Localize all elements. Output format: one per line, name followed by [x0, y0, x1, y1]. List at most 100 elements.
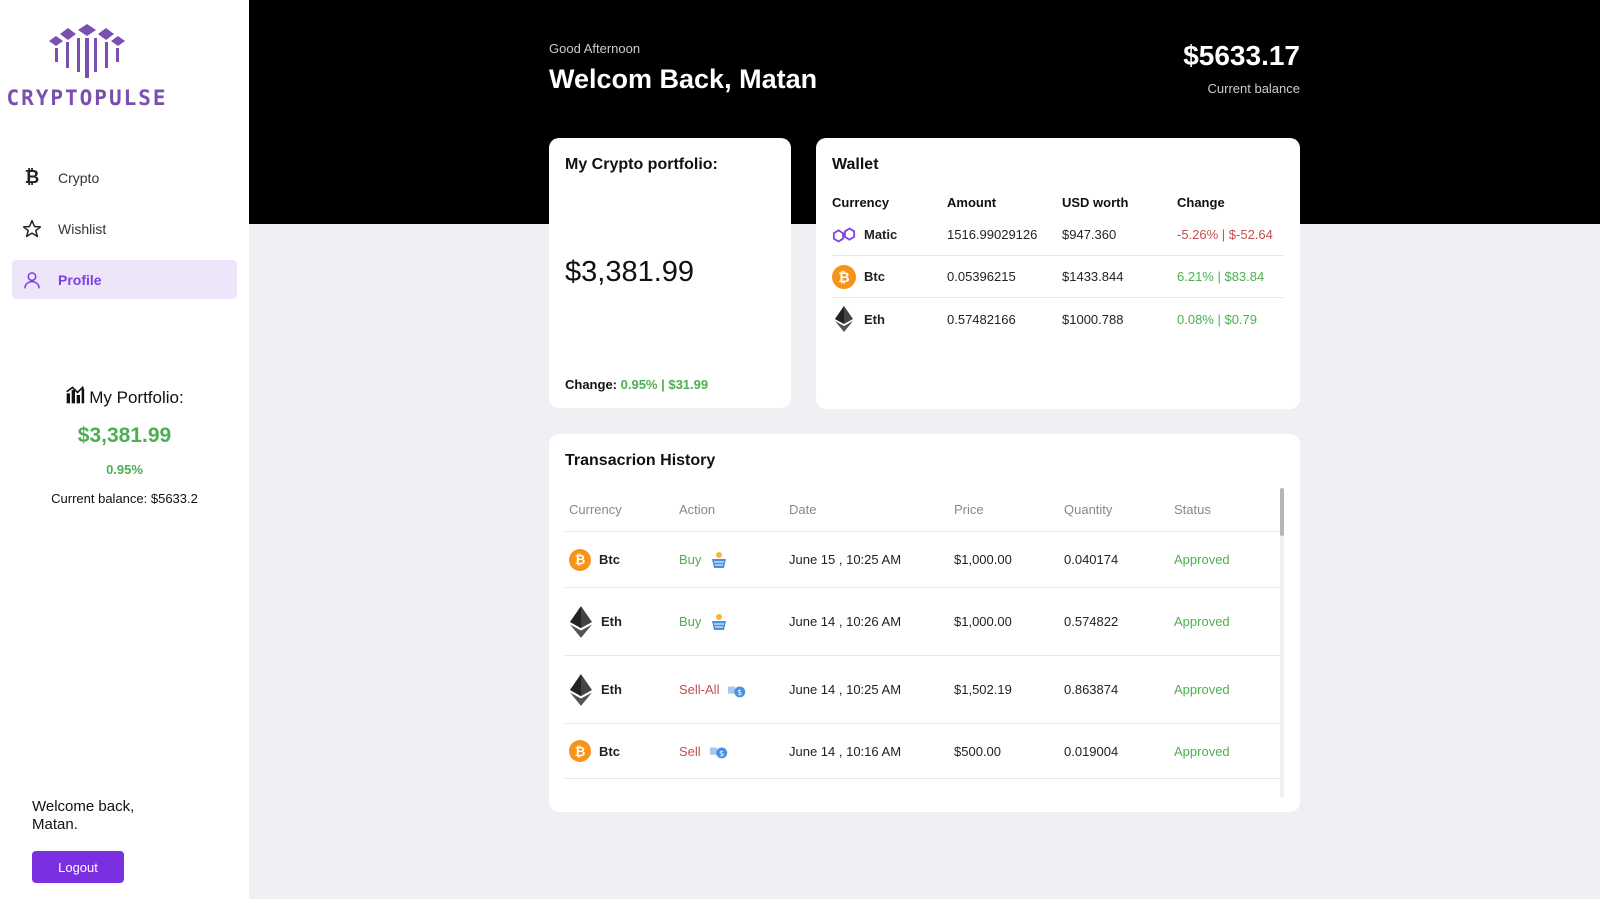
wallet-change: 0.08% | $0.79: [1177, 311, 1257, 327]
tx-date: June 14 , 10:16 AM: [789, 743, 902, 759]
wallet-table: Currency Amount USD worth Change Matic 1…: [832, 190, 1284, 340]
tx-currency: Btc: [599, 552, 620, 567]
bitcoin-icon: ₿: [832, 264, 856, 289]
tx-price: $500.00: [954, 743, 1001, 759]
column-header: Currency: [569, 502, 622, 517]
current-balance-label: Current balance: [1207, 81, 1301, 96]
column-header: Quantity: [1064, 502, 1113, 517]
sidebar-current-balance: Current balance: $5633.2: [51, 491, 198, 506]
column-header: USD worth: [1062, 194, 1129, 210]
tx-price: $1,502.19: [954, 682, 1012, 697]
tx-quantity: 0.863874: [1064, 682, 1119, 697]
logout-button[interactable]: Logout: [32, 851, 124, 883]
tx-price: $1,000.00: [954, 614, 1012, 629]
wallet-usd: $1433.844: [1062, 269, 1124, 284]
ethereum-icon: [569, 605, 593, 638]
wallet-change: -5.26% | $-52.64: [1177, 227, 1273, 242]
tx-date: June 14 , 10:25 AM: [789, 682, 902, 697]
wallet-card: Wallet Currency Amount USD worth Change …: [816, 138, 1300, 409]
matic-icon: [832, 223, 856, 247]
sidebar-portfolio-summary: My Portfolio: $3,381.99 0.95% Current ba…: [0, 385, 249, 506]
sidebar-portfolio-change: 0.95%: [106, 462, 143, 477]
wallet-currency: Matic: [864, 227, 898, 242]
sidebar-portfolio-value: $3,381.99: [77, 424, 172, 447]
bitcoin-icon: ₿: [569, 548, 591, 571]
tx-currency: Eth: [601, 682, 622, 697]
tx-price: $1,000.00: [954, 552, 1012, 567]
wallet-title: Wallet: [832, 156, 879, 173]
table-row[interactable]: ₿ Btc Buy June 15 , 10:25 AM $1,000.00 0…: [565, 532, 1283, 588]
table-row[interactable]: Eth Sell-All $ June 14 , 10:25 AM $1,502…: [565, 656, 1283, 724]
portfolio-card-change: Change: 0.95% | $31.99: [565, 377, 709, 392]
column-header: Currency: [832, 194, 890, 210]
svg-text:$: $: [738, 687, 743, 697]
bitcoin-icon: ₿: [24, 167, 40, 187]
wallet-amount: 0.05396215: [947, 269, 1016, 284]
column-header: Change: [1177, 194, 1225, 210]
tx-date: June 15 , 10:25 AM: [789, 552, 902, 567]
current-balance-value: $5633.17: [1183, 40, 1300, 71]
sidebar-item-wishlist[interactable]: Wishlist: [12, 209, 237, 248]
brand-logo[interactable]: CRYPTOPULSE: [0, 20, 174, 110]
transaction-history-title: Transacrion History: [565, 452, 716, 469]
scrollbar-thumb[interactable]: [1280, 488, 1284, 536]
wallet-row[interactable]: Matic 1516.99029126 $947.360 -5.26% | $-…: [832, 214, 1284, 256]
tx-quantity: 0.019004: [1064, 743, 1119, 759]
column-header: Price: [954, 502, 984, 517]
basket-icon: [709, 612, 729, 632]
column-header: Status: [1174, 502, 1211, 517]
coin-hand-icon: $: [709, 741, 729, 761]
sidebar-footer: Welcome back, Matan. Logout: [32, 798, 152, 883]
wallet-change: 6.21% | $83.84: [1177, 269, 1265, 284]
coin-hand-icon: $: [727, 680, 747, 700]
ethereum-icon: [569, 673, 593, 706]
table-row[interactable]: Eth Buy June 14 , 10:26 AM $1,000.00 0.5…: [565, 588, 1283, 656]
portfolio-change-value: 0.95% | $31.99: [620, 377, 709, 392]
sidebar-welcome-text: Welcome back, Matan.: [32, 798, 135, 833]
sidebar-item-label: Profile: [58, 271, 102, 288]
column-header: Date: [789, 502, 817, 517]
transaction-scrollbar[interactable]: [1280, 488, 1284, 798]
tx-action: Sell-All: [679, 682, 720, 697]
sidebar-item-label: Crypto: [58, 169, 100, 186]
page-title: Welcom Back, Matan: [549, 64, 818, 94]
table-row[interactable]: ₿ Btc Sell $ June 14 , 10:16 AM $500.00 …: [565, 724, 1283, 779]
status-badge: Approved: [1174, 552, 1230, 567]
tx-currency: Btc: [599, 743, 620, 759]
wallet-currency: Eth: [864, 311, 885, 327]
tx-action: Buy: [679, 614, 702, 629]
tx-quantity: 0.040174: [1064, 552, 1119, 567]
wallet-usd: $1000.788: [1062, 311, 1124, 327]
tx-currency: Eth: [601, 614, 622, 629]
wallet-amount: 0.57482166: [947, 311, 1016, 327]
status-badge: Approved: [1174, 743, 1230, 759]
wallet-currency: Btc: [864, 269, 885, 284]
wallet-row[interactable]: ₿ Btc 0.05396215 $1433.844 6.21% | $83.8…: [832, 256, 1284, 298]
tx-action: Buy: [679, 552, 702, 567]
tx-action: Sell: [679, 743, 701, 759]
sidebar-portfolio-title: My Portfolio:: [0, 385, 249, 410]
transaction-table-header: Currency Action Date Price Quantity Stat…: [565, 488, 1283, 532]
status-badge: Approved: [1174, 682, 1230, 697]
brand-name: CRYPTOPULSE: [6, 86, 168, 110]
transaction-table[interactable]: Currency Action Date Price Quantity Stat…: [565, 488, 1283, 798]
sidebar-nav: ₿ Crypto Wishlist Profile: [12, 158, 237, 311]
sidebar: CRYPTOPULSE ₿ Crypto Wishlist Profile My…: [0, 0, 249, 899]
sidebar-item-crypto[interactable]: ₿ Crypto: [12, 158, 237, 197]
chart-icon: [65, 385, 85, 410]
bitcoin-icon: ₿: [569, 740, 591, 762]
star-icon: [22, 219, 42, 239]
cryptopulse-logo-icon: [49, 24, 125, 78]
tx-date: June 14 , 10:26 AM: [789, 614, 902, 629]
wallet-table-header: Currency Amount USD worth Change: [832, 190, 1284, 214]
greeting-text: Good Afternoon: [549, 41, 641, 56]
ethereum-icon: [832, 306, 856, 332]
column-header: Amount: [947, 194, 997, 210]
portfolio-card: My Crypto portfolio: $3,381.99 Change: 0…: [549, 138, 791, 408]
wallet-amount: 1516.99029126: [947, 227, 1038, 242]
portfolio-card-title: My Crypto portfolio:: [565, 156, 718, 173]
sidebar-item-profile[interactable]: Profile: [12, 260, 237, 299]
transaction-history-card: Transacrion History Currency Action Date…: [549, 434, 1300, 812]
wallet-row[interactable]: Eth 0.57482166 $1000.788 0.08% | $0.79: [832, 298, 1284, 340]
portfolio-card-value: $3,381.99: [565, 256, 695, 288]
